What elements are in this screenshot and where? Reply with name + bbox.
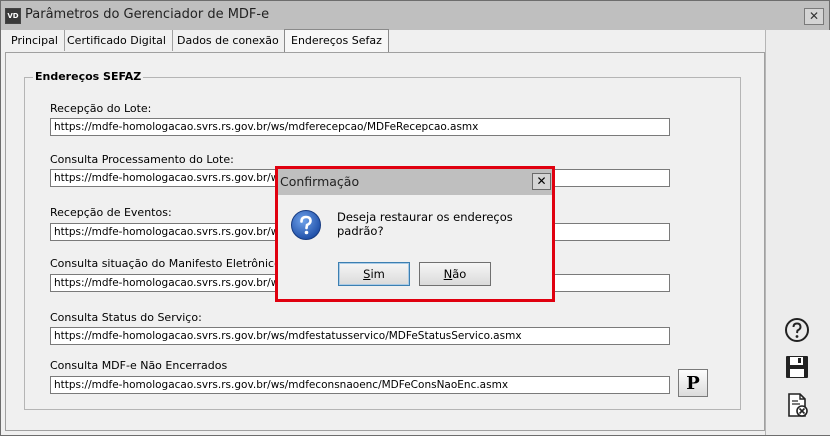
field-label-consulta-status: Consulta Status do Serviço: [50, 311, 202, 324]
group-title: Endereços SEFAZ [33, 70, 144, 83]
help-icon[interactable] [784, 317, 810, 343]
dialog-title: Confirmação [280, 174, 360, 189]
tab-enderecos-sefaz[interactable]: Endereços Sefaz [284, 29, 389, 53]
window-title: Parâmetros do Gerenciador de MDF-e [25, 7, 270, 22]
dialog-message: Deseja restaurar os endereços padrão? [337, 210, 513, 238]
app-logo-icon: VD [5, 8, 21, 24]
no-mnemonic: N [443, 267, 453, 281]
field-label-consulta-situacao: Consulta situação do Manifesto Eletrônic… [50, 257, 311, 270]
consulta-nao-encerrados-input[interactable]: https://mdfe-homologacao.svrs.rs.gov.br/… [50, 376, 670, 394]
field-label-consulta-processamento: Consulta Processamento do Lote: [50, 153, 234, 166]
tab-principal[interactable]: Principal [5, 30, 65, 51]
save-icon[interactable] [784, 354, 810, 380]
window-close-button[interactable]: ✕ [804, 8, 824, 25]
tab-certificado-digital[interactable]: Certificado Digital [61, 30, 173, 51]
field-label-consulta-nao-encerrados: Consulta MDF-e Não Encerrados [50, 359, 228, 372]
field-label-recepcao-lote: Recepção do Lote: [50, 102, 152, 115]
field-label-recepcao-eventos: Recepção de Eventos: [50, 206, 172, 219]
dialog-title-bar[interactable]: Confirmação ✕ [278, 169, 552, 195]
confirmation-dialog: Confirmação ✕ Deseja restaurar os endere… [275, 166, 555, 302]
dialog-close-button[interactable]: ✕ [532, 173, 551, 190]
title-bar[interactable]: VD Parâmetros do Gerenciador de MDF-e ✕ [1, 1, 829, 30]
yes-label: im [370, 267, 385, 281]
question-icon [291, 210, 321, 240]
p-button[interactable]: P [678, 369, 708, 397]
no-label: ão [452, 267, 467, 281]
tab-strip: Principal Certificado Digital Dados de c… [5, 29, 763, 53]
tab-dados-de-conexao[interactable]: Dados de conexão [171, 30, 286, 51]
cancel-document-icon[interactable] [784, 392, 810, 418]
right-toolbar [765, 30, 830, 435]
yes-button[interactable]: Sim [338, 262, 410, 286]
consulta-status-input[interactable]: https://mdfe-homologacao.svrs.rs.gov.br/… [50, 327, 670, 345]
recepcao-lote-input[interactable]: https://mdfe-homologacao.svrs.rs.gov.br/… [50, 118, 670, 136]
no-button[interactable]: Não [419, 262, 491, 286]
